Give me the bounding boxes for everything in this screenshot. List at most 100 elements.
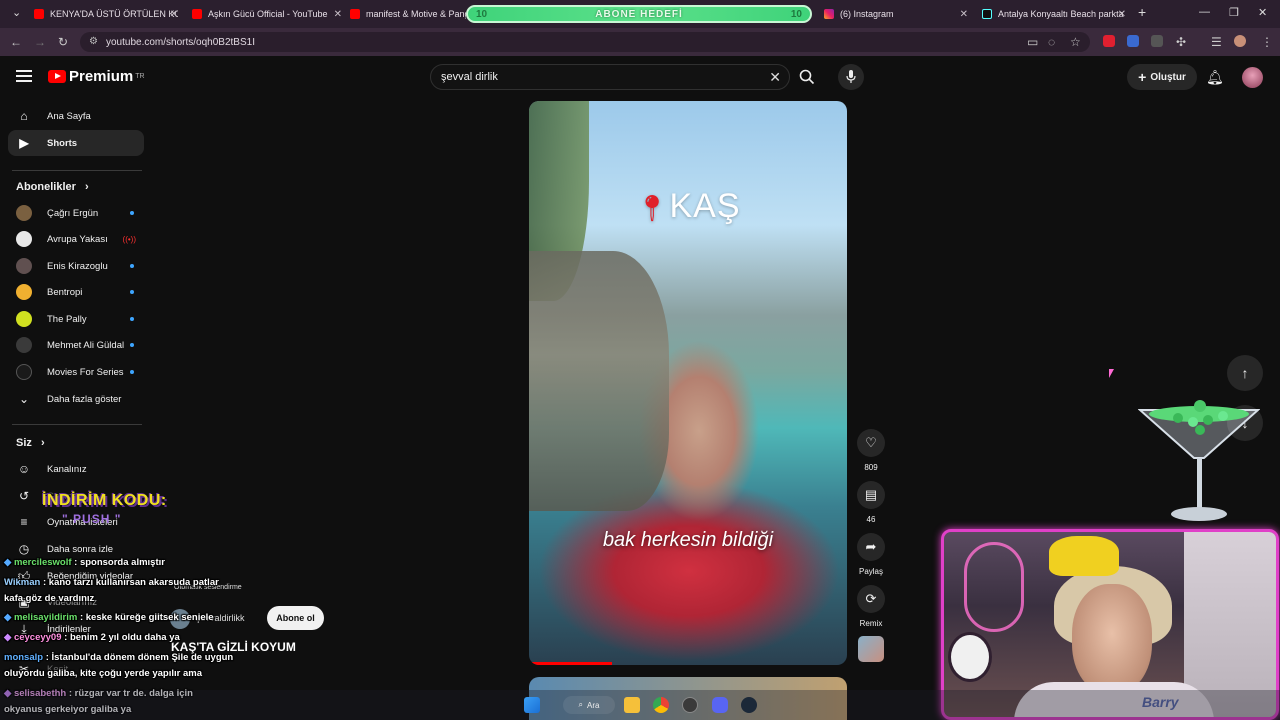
subscriptions-heading[interactable]: Abonelikler ›: [16, 181, 89, 193]
show-more-label: Daha fazla göster: [47, 393, 122, 405]
extensions-puzzle-icon[interactable]: ✣: [1176, 35, 1186, 49]
video-progress-bar[interactable]: [529, 662, 612, 665]
tab-groups-icon[interactable]: ☰: [1211, 35, 1222, 49]
sidebar-item-label: Mehmet Ali Güldal: [47, 339, 125, 351]
maximize-icon[interactable]: ❐: [1229, 6, 1239, 19]
youtube-icon: [350, 9, 360, 19]
close-tab-icon[interactable]: ✕: [170, 9, 178, 20]
new-tab-icon[interactable]: +: [1138, 4, 1146, 20]
youtube-header: Premium TR şevval dirlik ✕ + Oluştur 🔔︎: [0, 56, 1280, 98]
taskbar-search[interactable]: ⌕ Ara: [563, 696, 615, 714]
sidebar-item-subscription[interactable]: Bentropi: [8, 279, 144, 305]
profile-avatar[interactable]: [1234, 35, 1246, 47]
chat-message: kafa göz de vardınız: [4, 593, 94, 604]
file-explorer-icon[interactable]: [624, 697, 640, 713]
mouse-cursor-icon: [1109, 369, 1114, 378]
bookmark-star-icon[interactable]: ☆: [1070, 35, 1081, 49]
chat-text: kafa göz de vardınız: [4, 593, 95, 604]
chevron-right-icon: ›: [84, 181, 89, 193]
tab-title: Aşkın Gücü Official - YouTube: [208, 9, 328, 19]
sidebar-item-subscription[interactable]: Enis Kirazoglu: [8, 253, 144, 279]
share-button[interactable]: ➦ Paylaş: [857, 533, 885, 576]
account-avatar[interactable]: [1242, 67, 1263, 88]
remix-button[interactable]: ⟳ Remix: [857, 585, 885, 628]
sidebar-item-label: Avrupa Yakası: [47, 233, 108, 245]
sidebar-item-subscription[interactable]: Movies For Series: [8, 359, 144, 385]
site-info-icon[interactable]: ⚙: [89, 36, 98, 47]
chat-text: : İstanbul'da dönem dönem Şile de uygun: [45, 652, 234, 663]
tab-title: Antalya Konyaaltı Beach parkta: [998, 9, 1124, 19]
steam-icon[interactable]: [741, 697, 757, 713]
sidebar-item-subscription[interactable]: The Pally: [8, 306, 144, 332]
browser-tab-1[interactable]: KENYA'DA ÜSTÜ ÖRTÜLEN KON ✕: [34, 4, 178, 24]
youtube-premium-logo[interactable]: Premium TR: [48, 68, 145, 85]
browser-tab-4[interactable]: (6) Instagram ✕: [824, 4, 968, 24]
close-tab-icon[interactable]: ✕: [1118, 9, 1126, 20]
eye-off-icon[interactable]: ◌: [1048, 35, 1055, 49]
search-input[interactable]: şevval dirlik ✕: [430, 64, 790, 90]
browser-tab-3[interactable]: manifest & Motive & Pango: [350, 4, 466, 24]
close-window-icon[interactable]: ✕: [1258, 6, 1267, 19]
subscribe-button[interactable]: Abone ol: [267, 606, 324, 630]
create-button[interactable]: + Oluştur: [1127, 64, 1197, 90]
browser-toolbar: ← → ↻ ⚙ youtube.com/shorts/oqh0B2tBS1I ▭…: [0, 28, 1280, 56]
discord-icon[interactable]: [712, 697, 728, 713]
clear-search-icon[interactable]: ✕: [769, 69, 781, 86]
clock-icon: ◷: [18, 542, 30, 556]
goal-left-count: 10: [476, 8, 488, 20]
sidebar-item-label: Enis Kirazoglu: [47, 260, 108, 272]
minimize-icon[interactable]: —: [1199, 6, 1210, 18]
browser-tab-5[interactable]: Antalya Konyaaltı Beach parkta ✕: [982, 4, 1126, 24]
extension-icon[interactable]: [1127, 35, 1139, 47]
browser-tab-2[interactable]: Aşkın Gücü Official - YouTube ✕: [192, 4, 342, 24]
promo-code-title: İNDİRİM KODU:: [42, 492, 167, 509]
badge-icon: ◆: [4, 632, 12, 643]
chrome-icon[interactable]: [653, 697, 669, 713]
subscriber-goal-bar: 10 ABONE HEDEFİ 10: [466, 5, 812, 23]
location-text: KAŞ: [669, 187, 741, 225]
previous-short-button[interactable]: ↑: [1227, 355, 1263, 391]
comments-button[interactable]: ▤ 46: [857, 481, 885, 524]
you-heading[interactable]: Siz ›: [16, 437, 45, 449]
chat-message: Wikman : kano tarzı kullanırsan akarsuda…: [4, 577, 219, 588]
chat-text: : keske küreğe giitsek seniele: [79, 612, 214, 623]
sidebar-divider: [12, 170, 142, 171]
remix-icon: ⟳: [857, 585, 885, 613]
sidebar-item-subscription[interactable]: Avrupa Yakası ((•)): [8, 226, 144, 252]
obs-icon[interactable]: [682, 697, 698, 713]
remix-label: Remix: [859, 619, 883, 628]
sidebar-item-subscription[interactable]: Mehmet Ali Güldal: [8, 332, 144, 358]
tab-search-icon[interactable]: ⌄: [12, 6, 21, 19]
hamburger-menu-icon[interactable]: [16, 70, 32, 82]
close-tab-icon[interactable]: ✕: [334, 9, 342, 20]
neon-sign: [964, 542, 1024, 632]
reload-icon[interactable]: ↻: [58, 35, 68, 49]
address-bar[interactable]: ⚙ youtube.com/shorts/oqh0B2tBS1I: [80, 32, 1090, 52]
windows-start-icon[interactable]: [524, 697, 540, 713]
chat-message: ◆ mercileswolf : sponsorda almıştır: [4, 557, 165, 568]
sound-thumbnail[interactable]: [858, 636, 884, 662]
channel-avatar: [16, 258, 32, 274]
sidebar-item-shorts[interactable]: ▶ Shorts: [8, 130, 144, 156]
notifications-bell-icon[interactable]: 🔔︎: [1206, 69, 1224, 86]
shorts-video-player[interactable]: 📍︎KAŞ bak herkesin bildiği: [529, 101, 847, 665]
voice-search-button[interactable]: [838, 64, 864, 90]
show-more-button[interactable]: ⌄ Daha fazla göster: [8, 386, 144, 412]
cast-icon[interactable]: ▭: [1027, 35, 1038, 49]
playlist-icon: ≡: [20, 515, 28, 529]
sidebar-item-home[interactable]: ⌂ Ana Sayfa: [8, 103, 144, 129]
chat-text: : sponsorda almıştır: [74, 557, 165, 568]
search-button[interactable]: [790, 64, 824, 90]
sidebar-item-subscription[interactable]: Çağrı Ergün: [8, 200, 144, 226]
taskbar-search-label: Ara: [587, 700, 600, 710]
like-button[interactable]: ♡ 809: [857, 429, 885, 472]
menu-kebab-icon[interactable]: ⋮: [1261, 35, 1273, 49]
sidebar-item-label: Shorts: [47, 137, 78, 149]
forward-icon[interactable]: →: [34, 35, 46, 49]
extension-icon[interactable]: [1151, 35, 1163, 47]
extension-icon[interactable]: [1103, 35, 1115, 47]
sidebar-item-your-channel[interactable]: ☺ Kanalınız: [8, 456, 144, 482]
close-tab-icon[interactable]: ✕: [960, 9, 968, 20]
youtube-play-icon: [48, 70, 66, 83]
back-icon[interactable]: ←: [10, 35, 22, 49]
